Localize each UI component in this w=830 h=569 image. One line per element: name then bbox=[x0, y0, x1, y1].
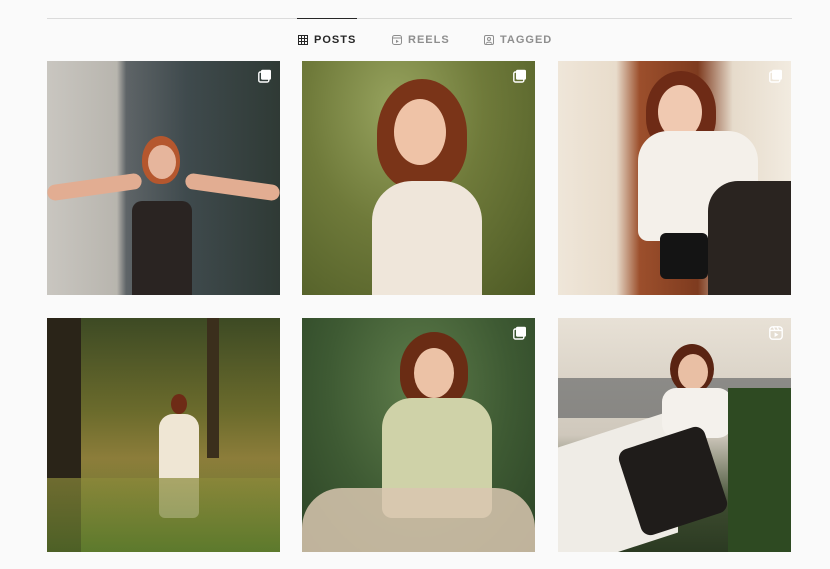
tab-reels-label: REELS bbox=[408, 34, 450, 46]
profile-tabs: POSTS REELS TAGGED bbox=[0, 18, 830, 62]
post-tile[interactable] bbox=[302, 61, 535, 295]
tab-posts-label: POSTS bbox=[314, 34, 357, 46]
reels-icon bbox=[392, 35, 402, 45]
multiple-photos-icon bbox=[513, 326, 527, 340]
multiple-photos-icon bbox=[258, 69, 272, 83]
post-tile[interactable] bbox=[558, 61, 791, 295]
reel-icon bbox=[769, 326, 783, 340]
tab-posts[interactable]: POSTS bbox=[296, 18, 358, 62]
post-tile[interactable] bbox=[47, 61, 280, 295]
tab-tagged-label: TAGGED bbox=[500, 34, 553, 46]
tab-tagged[interactable]: TAGGED bbox=[484, 18, 552, 62]
post-tile[interactable] bbox=[47, 318, 280, 552]
post-tile[interactable] bbox=[302, 318, 535, 552]
multiple-photos-icon bbox=[769, 69, 783, 83]
tagged-icon bbox=[484, 35, 494, 45]
post-tile[interactable] bbox=[558, 318, 791, 552]
multiple-photos-icon bbox=[513, 69, 527, 83]
grid-icon bbox=[298, 35, 308, 45]
tab-reels[interactable]: REELS bbox=[392, 18, 450, 62]
